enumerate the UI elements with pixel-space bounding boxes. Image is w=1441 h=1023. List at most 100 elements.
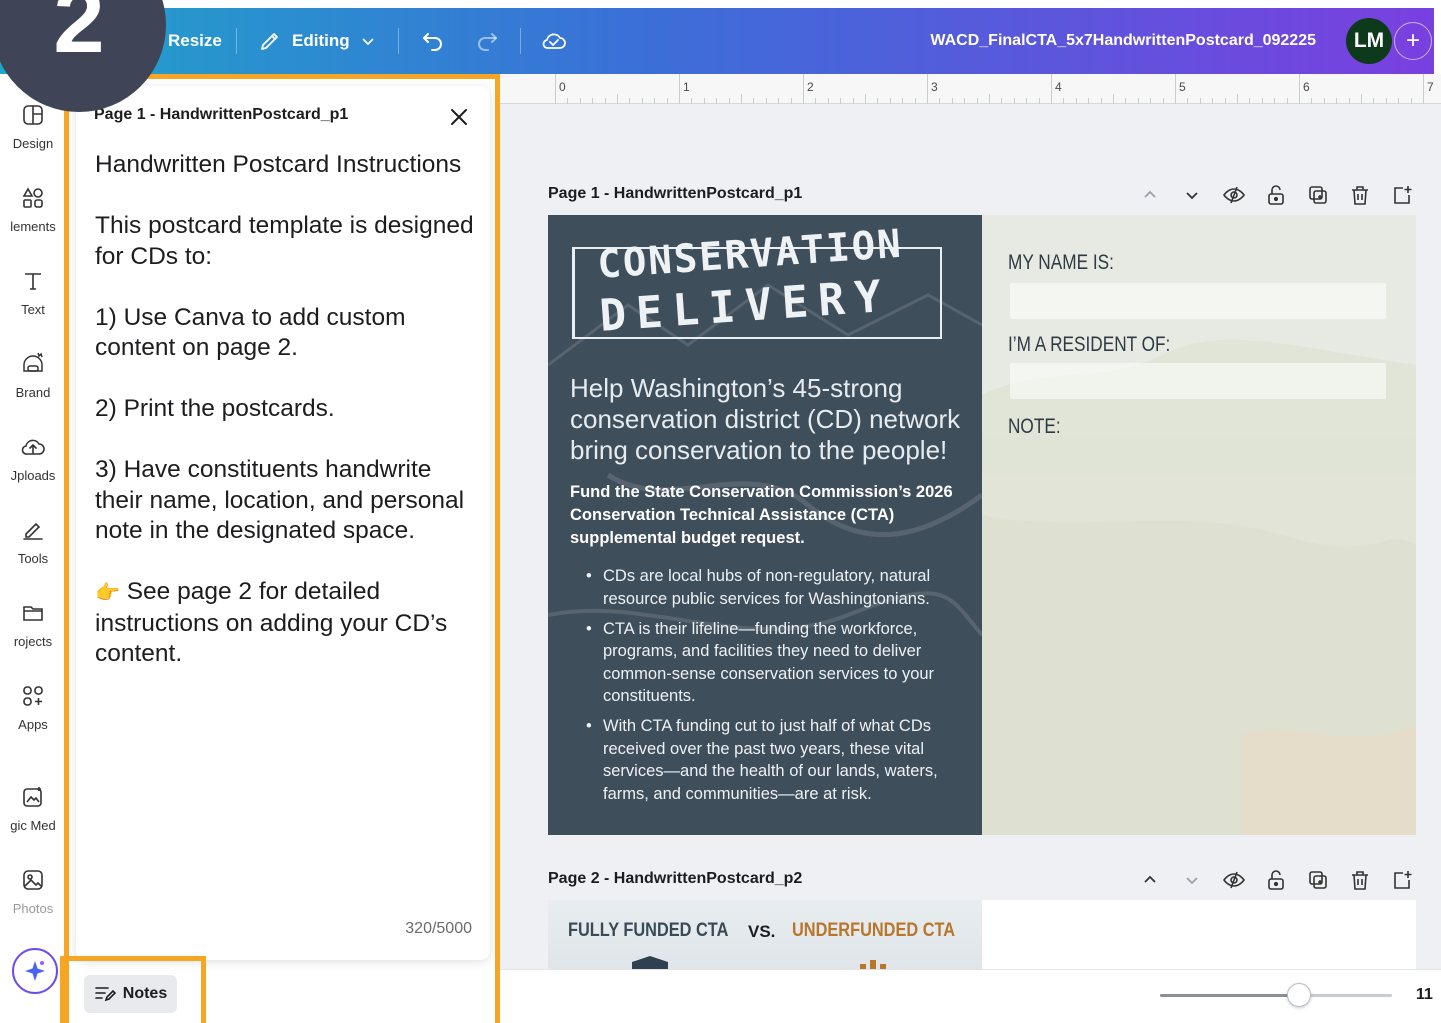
- ruler-minor-tick: [1013, 98, 1015, 104]
- notes-text-area[interactable]: Handwritten Postcard Instructions This p…: [95, 150, 475, 700]
- ruler-minor-tick: [1385, 98, 1387, 104]
- move-page-down-button[interactable]: [1178, 866, 1206, 894]
- notes-button-label: Notes: [122, 985, 168, 1002]
- ruler-minor-tick: [604, 98, 606, 104]
- save-status-button[interactable]: [540, 8, 568, 74]
- sidebar-item-elements[interactable]: lements: [0, 185, 66, 234]
- zoom-slider[interactable]: [1160, 983, 1392, 1007]
- document-title[interactable]: WACD_FinalCTA_5x7HandwrittenPostcard_092…: [930, 8, 1316, 74]
- resize-button[interactable]: Resize: [168, 8, 222, 74]
- close-notes-button[interactable]: [446, 104, 472, 130]
- ruler-minor-tick: [1038, 98, 1040, 104]
- ruler-minor-tick: [703, 98, 705, 104]
- hide-page-button[interactable]: [1220, 181, 1248, 209]
- editing-mode-dropdown[interactable]: Editing: [258, 8, 376, 74]
- ruler-minor-tick: [1113, 94, 1114, 104]
- ruler-minor-tick: [567, 98, 569, 104]
- page-1-label[interactable]: Page 1 - HandwrittenPostcard_p1: [548, 185, 802, 203]
- user-avatar[interactable]: LM: [1346, 18, 1392, 64]
- sidebar-item-apps[interactable]: Apps: [0, 683, 66, 732]
- add-page-button[interactable]: [1388, 866, 1416, 894]
- resident-write-space[interactable]: [1010, 363, 1386, 399]
- ruler-minor-tick: [1224, 98, 1226, 104]
- list-item: CDs are local hubs of non-regulatory, na…: [586, 565, 966, 610]
- notes-panel: Page 1 - HandwrittenPostcard_p1 Handwrit…: [76, 86, 490, 960]
- chevron-down-icon: [1186, 877, 1198, 885]
- ruler-major-tick: [1051, 74, 1052, 104]
- postcard-page-1[interactable]: CONSERVATION DELIVERY Help Washington’s …: [548, 215, 1416, 835]
- add-page-icon: [1394, 186, 1412, 204]
- move-page-up-button[interactable]: [1136, 181, 1164, 209]
- sidebar-item-magic-media[interactable]: gic Med: [0, 784, 66, 833]
- ruler-major-tick: [1423, 74, 1424, 104]
- note-field-label: NOTE:: [1008, 415, 1061, 438]
- ruler-major-tick: [555, 74, 556, 104]
- ruler-number: 4: [1055, 80, 1062, 94]
- duplicate-page-button[interactable]: [1304, 866, 1332, 894]
- ruler-minor-tick: [654, 98, 656, 104]
- zoom-level[interactable]: 11: [1416, 986, 1433, 1004]
- ruler-minor-tick: [1026, 98, 1028, 104]
- share-add-button[interactable]: +: [1394, 22, 1432, 60]
- sidebar-item-tools[interactable]: Tools: [0, 517, 66, 566]
- postcard-page-2[interactable]: FULLY FUNDED CTA VS. UNDERFUNDED CTA: [548, 900, 1416, 969]
- ruler-number: 1: [683, 80, 690, 94]
- list-item: With CTA funding cut to just half of wha…: [586, 715, 966, 805]
- postcard-info-panel[interactable]: CONSERVATION DELIVERY Help Washington’s …: [548, 215, 982, 835]
- sidebar-item-photos[interactable]: Photos: [0, 867, 66, 916]
- notes-button[interactable]: Notes: [84, 975, 177, 1013]
- sidebar-item-design[interactable]: Design: [0, 102, 66, 151]
- sidebar-label: Photos: [12, 901, 54, 916]
- ruler-minor-tick: [815, 98, 817, 104]
- postcard-form-panel[interactable]: MY NAME IS: I’M A RESIDENT OF: NOTE:: [982, 215, 1416, 835]
- ruler-number: 2: [807, 80, 814, 94]
- sidebar-label: lements: [10, 219, 56, 234]
- ruler-minor-tick: [1361, 94, 1362, 104]
- ruler-minor-tick: [1373, 98, 1375, 104]
- zoom-slider-handle[interactable]: [1287, 983, 1312, 1007]
- ruler-minor-tick: [629, 98, 631, 104]
- hide-page-button[interactable]: [1220, 866, 1248, 894]
- ruler-minor-tick: [1100, 98, 1102, 104]
- ruler-minor-tick: [1311, 98, 1313, 104]
- undo-icon: [423, 33, 442, 51]
- horizontal-ruler[interactable]: 0 1 2 3 4 5 6 7: [500, 74, 1441, 104]
- redo-button[interactable]: [474, 8, 500, 74]
- ruler-minor-tick: [951, 98, 953, 104]
- magic-assistant-button[interactable]: [12, 948, 58, 994]
- duplicate-icon: [1309, 871, 1327, 889]
- postcard-headline: Help Washington’s 45-strong conservation…: [570, 373, 961, 465]
- delete-page-button[interactable]: [1346, 866, 1374, 894]
- notes-character-count: 320/5000: [405, 920, 472, 937]
- sidebar-item-brand[interactable]: Brand: [0, 351, 66, 400]
- sidebar-item-projects[interactable]: rojects: [0, 600, 66, 649]
- sidebar-item-uploads[interactable]: Jploads: [0, 434, 66, 483]
- move-page-down-button[interactable]: [1178, 181, 1206, 209]
- lock-open-icon: [1268, 870, 1284, 890]
- versus-label: VS.: [748, 922, 776, 941]
- delete-page-button[interactable]: [1346, 181, 1374, 209]
- ruler-minor-tick: [1348, 98, 1350, 104]
- left-sidebar: Design lements Text Brand Jploads Tools …: [0, 74, 62, 1023]
- duplicate-page-button[interactable]: [1304, 181, 1332, 209]
- notes-paragraph-pointer: 👉 See page 2 for detailed instructions o…: [95, 577, 475, 670]
- sidebar-label: Text: [21, 302, 45, 317]
- resize-label: Resize: [168, 31, 222, 50]
- ruler-minor-tick: [1150, 98, 1152, 104]
- toolbar-divider: [398, 28, 399, 54]
- ruler-minor-tick: [939, 98, 941, 104]
- sidebar-item-text[interactable]: Text: [0, 268, 66, 317]
- lock-page-button[interactable]: [1262, 181, 1290, 209]
- elements-icon: [20, 185, 46, 211]
- duplicate-icon: [1309, 186, 1327, 204]
- page-2-label[interactable]: Page 2 - HandwrittenPostcard_p2: [548, 870, 802, 888]
- undo-button[interactable]: [420, 8, 446, 74]
- lock-page-button[interactable]: [1262, 866, 1290, 894]
- name-write-space[interactable]: [1010, 283, 1386, 319]
- add-page-button[interactable]: [1388, 181, 1416, 209]
- move-page-up-button[interactable]: [1136, 866, 1164, 894]
- ruler-major-tick: [1175, 74, 1176, 104]
- add-page-icon: [1394, 871, 1412, 889]
- ruler-minor-tick: [1323, 98, 1325, 104]
- eye-slash-icon: [1223, 186, 1245, 204]
